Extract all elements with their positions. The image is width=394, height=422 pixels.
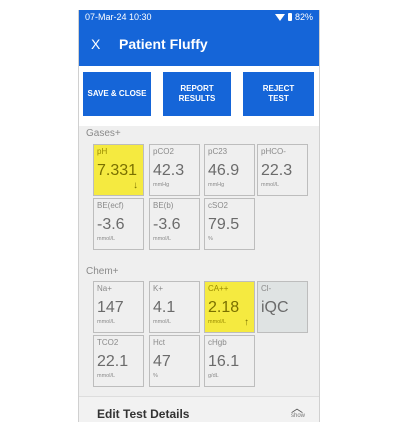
- app-bar: X Patient Fluffy: [79, 24, 319, 66]
- tile-unit: mmHg: [153, 182, 170, 188]
- edit-test-details-label: Edit Test Details: [97, 407, 190, 421]
- tile-label: BE(b): [153, 201, 174, 210]
- tile-unit: g/dL: [208, 373, 219, 379]
- result-tile-pc23[interactable]: pC23 46.9 mmHg: [204, 144, 255, 196]
- tile-label: Na+: [97, 284, 112, 293]
- result-tile-chgb[interactable]: cHgb 16.1 g/dL: [204, 335, 255, 387]
- tile-unit: mmol/L: [97, 373, 116, 379]
- gases-section-label: Gases+: [86, 128, 121, 139]
- tile-value: -3.6: [153, 216, 181, 233]
- battery-level: 82%: [294, 12, 313, 22]
- tile-value: 42.3: [153, 162, 185, 179]
- status-right: 82%: [274, 12, 313, 22]
- tile-value: 22.1: [97, 353, 129, 370]
- battery-icon: [287, 13, 292, 21]
- tile-value: 46.9: [208, 162, 240, 179]
- tile-label: pC23: [208, 147, 228, 156]
- tile-value: -3.6: [97, 216, 125, 233]
- close-button[interactable]: X: [91, 36, 100, 52]
- tile-value: 2.18: [208, 299, 240, 316]
- tile-label: cSO2: [208, 201, 229, 210]
- tile-label: CA++: [208, 284, 229, 293]
- tile-unit: mmHg: [208, 182, 225, 188]
- result-tile-pco2[interactable]: pCO2 42.3 mmHg: [149, 144, 200, 196]
- wifi-icon: [274, 13, 285, 21]
- result-tile-k[interactable]: K+ 4.1 mmol/L: [149, 281, 200, 333]
- tile-value: iQC: [261, 299, 289, 316]
- show-label: show: [290, 413, 305, 419]
- tile-unit: mmol/L: [208, 319, 227, 325]
- result-tile-ph[interactable]: pH 7.331 ↓: [93, 144, 144, 196]
- tile-label: K+: [153, 284, 164, 293]
- action-bar: SAVE & CLOSE REPORT RESULTS REJECT TEST: [79, 66, 319, 126]
- save-close-button[interactable]: SAVE & CLOSE: [83, 72, 151, 116]
- result-tile-hct[interactable]: Hct 47 %: [149, 335, 200, 387]
- tile-label: Cl-: [261, 284, 272, 293]
- result-tile-phco[interactable]: pHCO- 22.3 mmol/L: [257, 144, 308, 196]
- tile-unit: mmol/L: [153, 236, 172, 242]
- phone-screen: 07-Mar-24 10:30 82% X Patient Fluffy SAV…: [78, 10, 320, 422]
- tile-unit: mmol/L: [97, 236, 116, 242]
- tile-value: 16.1: [208, 353, 240, 370]
- tile-unit: mmol/L: [97, 319, 116, 325]
- tile-label: cHgb: [208, 338, 227, 347]
- reject-test-button[interactable]: REJECT TEST: [243, 72, 314, 116]
- tile-unit: mmol/L: [153, 319, 172, 325]
- tile-label: pHCO-: [261, 147, 286, 156]
- result-tile-cl[interactable]: Cl- iQC: [257, 281, 308, 333]
- tile-unit: %: [153, 373, 158, 379]
- tile-label: pCO2: [153, 147, 174, 156]
- tile-unit: mmol/L: [261, 182, 280, 188]
- status-time: 07-Mar-24 10:30: [85, 12, 152, 22]
- tile-label: TCO2: [97, 338, 119, 347]
- tile-value: 79.5: [208, 216, 240, 233]
- page-title: Patient Fluffy: [119, 36, 208, 52]
- result-tile-be-b[interactable]: BE(b) -3.6 mmol/L: [149, 198, 200, 250]
- result-tile-cso2[interactable]: cSO2 79.5 %: [204, 198, 255, 250]
- tile-label: pH: [97, 147, 108, 156]
- status-bar: 07-Mar-24 10:30 82%: [79, 10, 319, 24]
- result-tile-be-ecf[interactable]: BE(ecf) -3.6 mmol/L: [93, 198, 144, 250]
- arrow-down-icon: ↓: [133, 180, 138, 191]
- tile-label: BE(ecf): [97, 201, 124, 210]
- edit-test-details-bar[interactable]: Edit Test Details ︿ show: [79, 396, 319, 422]
- chem-section-label: Chem+: [86, 266, 119, 277]
- tile-unit: %: [208, 236, 213, 242]
- tile-value: 4.1: [153, 299, 176, 316]
- tile-value: 22.3: [261, 162, 293, 179]
- tile-value: 147: [97, 299, 124, 316]
- result-tile-na[interactable]: Na+ 147 mmol/L: [93, 281, 144, 333]
- tile-value: 47: [153, 353, 171, 370]
- tile-label: Hct: [153, 338, 165, 347]
- report-results-button[interactable]: REPORT RESULTS: [163, 72, 231, 116]
- tile-value: 7.331: [97, 162, 138, 179]
- result-tile-ca[interactable]: CA++ 2.18 mmol/L ↑: [204, 281, 255, 333]
- result-tile-tco2[interactable]: TCO2 22.1 mmol/L: [93, 335, 144, 387]
- arrow-up-icon: ↑: [244, 317, 249, 328]
